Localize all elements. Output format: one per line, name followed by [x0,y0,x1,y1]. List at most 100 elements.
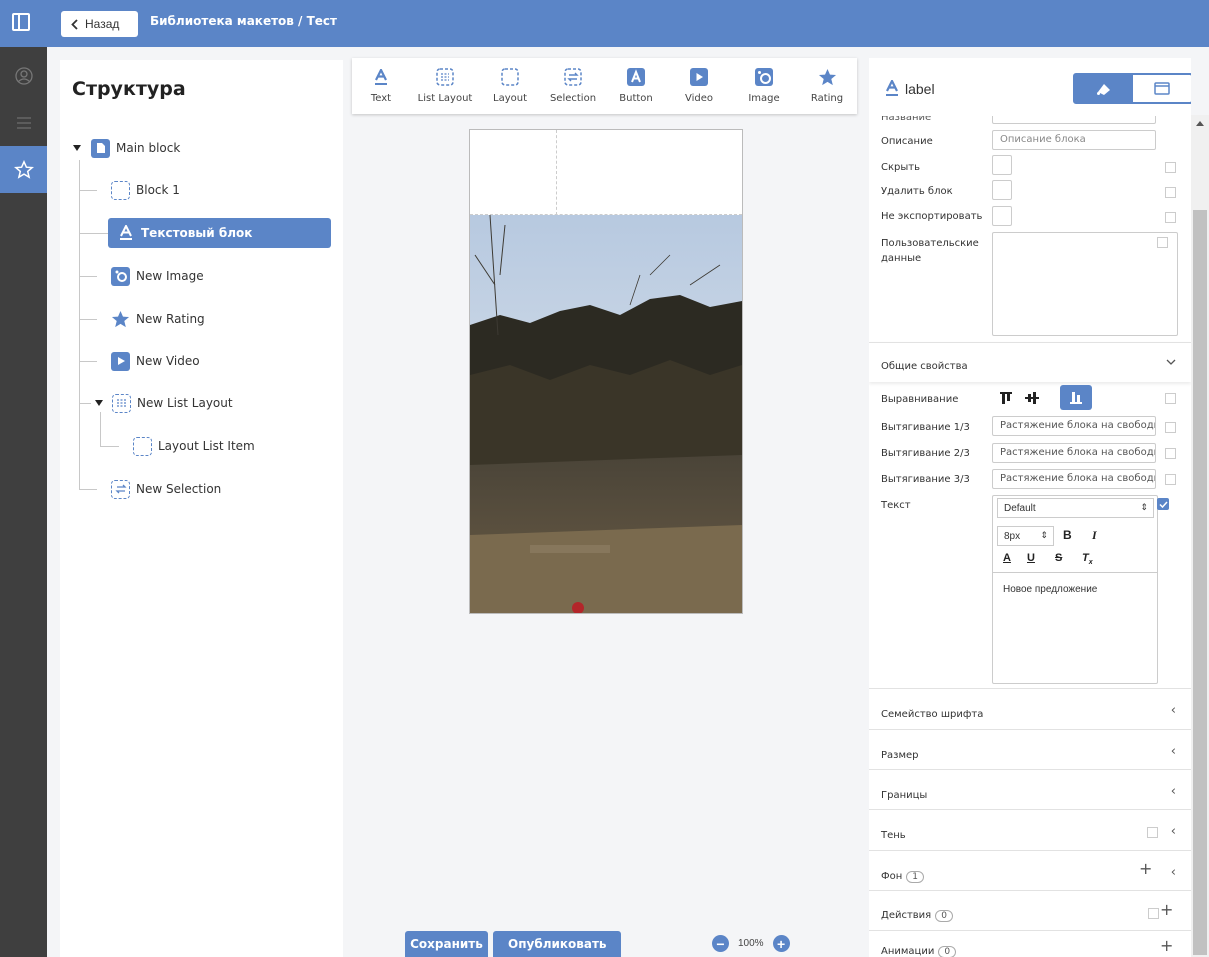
tree-node-block-1[interactable]: Block 1 [111,177,180,203]
stretch-label-1: Вытягивание 1/3 [881,422,970,433]
text-icon [886,80,898,96]
caret-down-icon[interactable] [73,145,81,151]
tree-line [100,446,119,447]
chevron-left-icon: ‹ [1170,824,1176,839]
stretch-field-3[interactable]: Растяжение блока на свободное [992,469,1156,489]
section-animations[interactable]: Анимации 0 + [869,930,1191,957]
align-bottom-button[interactable] [1060,385,1092,410]
zoom-level: 100% [738,938,764,949]
align-center-button[interactable] [1025,391,1039,405]
layout-canvas[interactable] [469,129,743,614]
caret-down-icon[interactable] [95,400,103,406]
delete-toggle[interactable] [992,180,1012,200]
size-select[interactable]: 8px ⇕ [997,526,1054,546]
forest-photo[interactable] [470,215,742,613]
section-shadow[interactable]: Тень ‹ [869,809,1191,850]
common-props-section[interactable]: Общие свойства [869,342,1191,382]
properties-scrollbar[interactable] [1191,115,1209,957]
hide-checkbox[interactable] [1165,162,1176,173]
section-borders[interactable]: Границы ‹ [869,769,1191,809]
save-button[interactable]: Сохранить [405,931,488,957]
underline-icon[interactable]: U [1027,552,1035,564]
stretch-checkbox-2[interactable] [1165,448,1176,459]
section-background[interactable]: Фон 1 + ‹ [869,850,1191,890]
stretch-label-2: Вытягивание 2/3 [881,448,970,459]
file-icon [91,138,110,158]
scroll-up-icon[interactable] [1196,121,1204,126]
align-checkbox[interactable] [1165,393,1176,404]
stretch-field-2[interactable]: Растяжение блока на свободное [992,443,1156,463]
style-mode-button[interactable] [1075,75,1133,102]
tool-text[interactable]: Text [350,58,412,114]
tool-label: Rating [810,93,844,104]
tree-node-main-block[interactable]: Main block [73,135,180,161]
tool-image[interactable]: Image [733,58,795,114]
tool-video[interactable]: Video [668,58,730,114]
text-content[interactable]: Новое предложение [1003,584,1097,595]
tree-node-label: New Video [136,354,200,368]
section-title: Общие свойства [881,361,968,372]
stretch-checkbox-1[interactable] [1165,422,1176,433]
chevron-left-icon: ‹ [1170,784,1176,799]
font-select[interactable]: Default ⇕ [997,498,1154,518]
tool-label: Image [748,93,780,104]
delete-checkbox[interactable] [1165,187,1176,198]
tree-node-new-selection[interactable]: New Selection [111,476,221,502]
publish-label: Опубликовать [508,937,607,951]
zoom-out-icon[interactable]: − [712,935,729,952]
tree-node-new-rating[interactable]: New Rating [111,306,205,332]
bold-icon[interactable]: B [1063,528,1072,542]
hide-label: Скрыть [881,162,920,173]
text-label: Текст [881,500,911,511]
zoom-in-icon[interactable]: + [772,935,790,952]
tree-node-new-video[interactable]: New Video [111,348,200,374]
tree-node-layout-list-item[interactable]: Layout List Item [133,433,255,459]
scrollbar-thumb[interactable] [1193,210,1207,955]
back-button[interactable]: Назад [61,11,138,37]
tool-rating[interactable]: Rating [796,58,858,114]
stretch-checkbox-3[interactable] [1165,474,1176,485]
shadow-checkbox[interactable] [1147,827,1158,838]
add-icon[interactable]: + [1160,936,1173,955]
text-checkbox[interactable] [1157,498,1169,510]
text-color-icon[interactable]: A [1003,552,1011,564]
select-arrows-icon: ⇕ [1040,530,1048,540]
section-actions[interactable]: Действия 0 + [869,890,1191,930]
section-size[interactable]: Размер ‹ [869,729,1191,769]
tree-line [100,412,101,446]
properties-title-label: label [905,80,935,97]
publish-button[interactable]: Опубликовать [493,931,621,957]
actions-checkbox[interactable] [1148,908,1159,919]
strikethrough-icon[interactable]: S [1055,552,1062,564]
noexport-toggle[interactable] [992,206,1012,226]
userdata-checkbox[interactable] [1157,237,1168,248]
video-icon [690,67,708,87]
clear-format-icon[interactable]: Tx [1082,552,1093,566]
noexport-checkbox[interactable] [1165,212,1176,223]
rail-favorites[interactable] [0,146,47,193]
hide-toggle[interactable] [992,155,1012,175]
section-font-family[interactable]: Семейство шрифта ‹ [869,688,1191,729]
tree-node-label: New List Layout [137,396,233,410]
section-title: Действия 0 [881,910,953,922]
tool-layout[interactable]: Layout [479,58,541,114]
noexport-label: Не экспортировать [881,211,983,222]
tree-node-new-image[interactable]: New Image [111,263,204,289]
tool-selection[interactable]: Selection [542,58,604,114]
rail-list[interactable] [0,99,47,146]
align-top-button[interactable] [999,391,1013,405]
tool-list-layout[interactable]: List Layout [414,58,476,114]
toggle-panel-icon[interactable] [12,13,30,31]
add-icon[interactable]: + [1160,900,1173,919]
tree-node-text-block[interactable]: Текстовый блок [108,218,331,248]
tool-button[interactable]: Button [605,58,667,114]
tree-node-new-list-layout[interactable]: New List Layout [95,390,233,416]
userdata-textarea[interactable] [992,232,1178,336]
rail-profile[interactable] [0,52,47,99]
section-title: Фон 1 [881,871,924,883]
frame-mode-button[interactable] [1133,75,1191,102]
description-field[interactable]: Описание блока [992,130,1156,150]
stretch-field-1[interactable]: Растяжение блока на свободное [992,416,1156,436]
italic-icon[interactable]: I [1092,528,1097,543]
add-icon[interactable]: + [1139,859,1152,878]
